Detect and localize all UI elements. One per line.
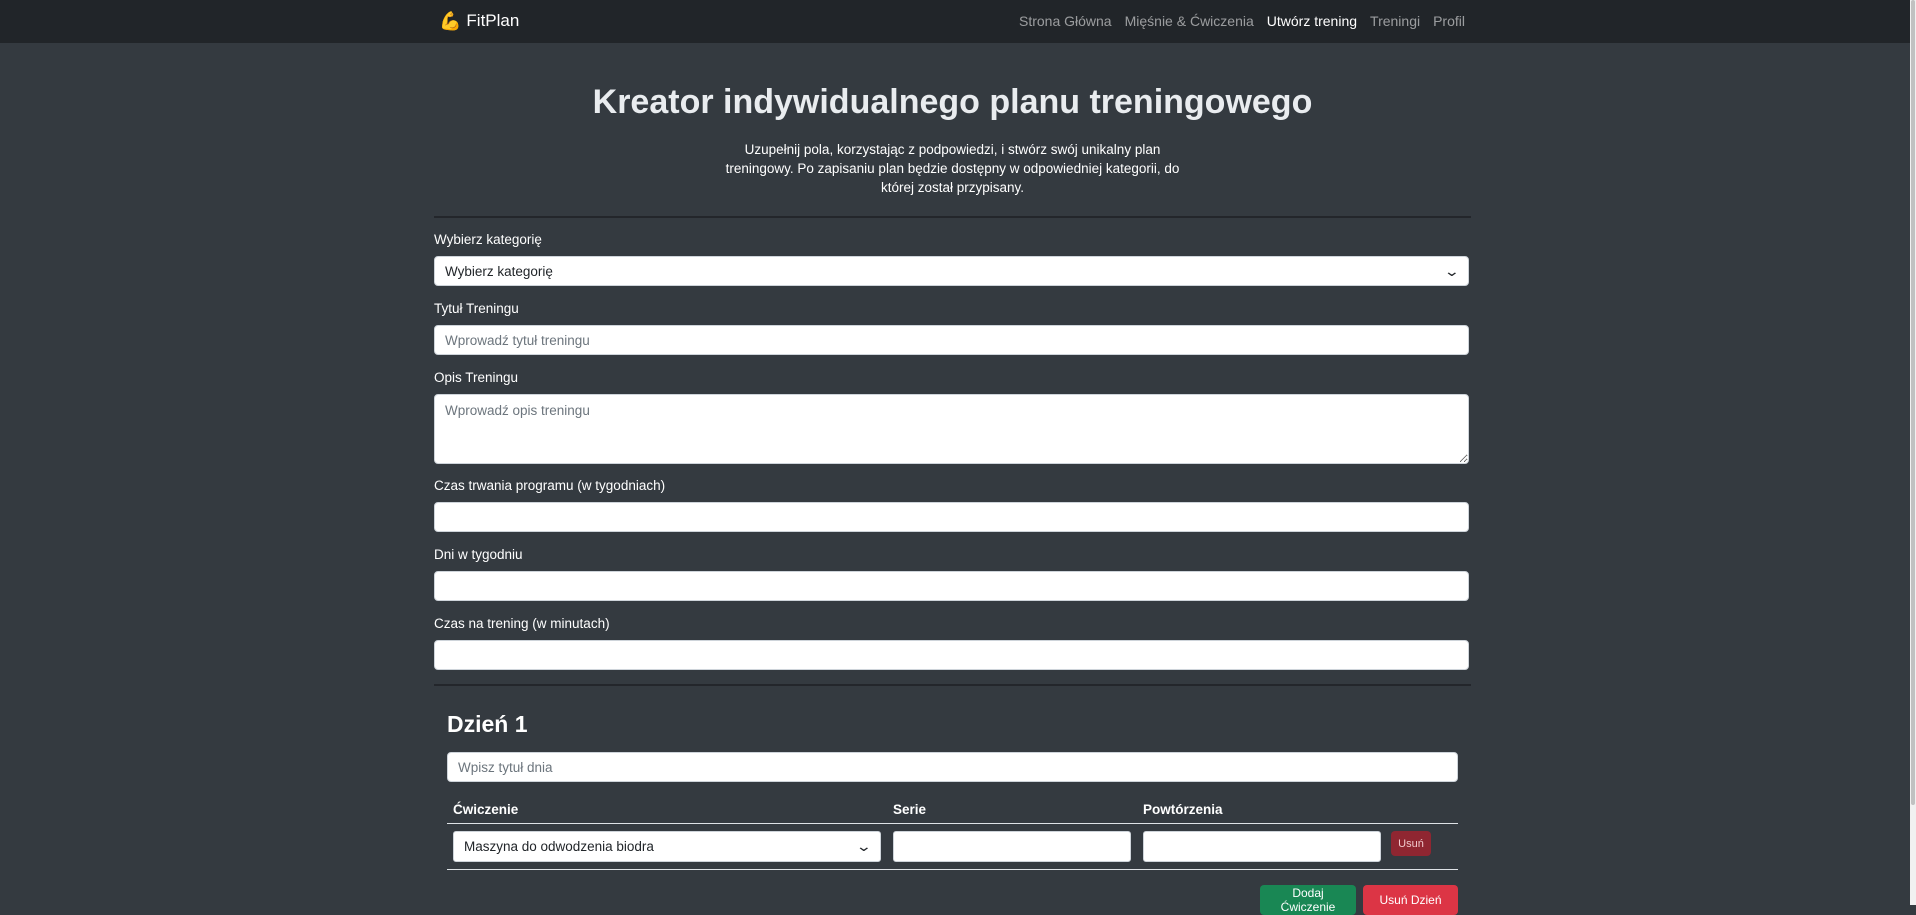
day-title: Dzień 1 <box>447 711 528 737</box>
exercise-select-value: Maszyna do odwodzenia biodra <box>464 839 654 854</box>
days-per-week-label: Dni w tygodniu <box>434 547 523 562</box>
nav-link-profile[interactable]: Profil <box>1433 13 1465 29</box>
remove-day-button[interactable]: Usuń Dzień <box>1363 885 1458 915</box>
session-time-input[interactable] <box>434 640 1469 670</box>
exercise-table-header: Ćwiczenie Serie Powtórzenia <box>447 795 1458 824</box>
exercise-select[interactable]: Maszyna do odwodzenia biodra ⌄ <box>453 831 881 862</box>
scrollbar-thumb[interactable] <box>1911 0 1915 805</box>
nav-link-create-workout[interactable]: Utwórz trening <box>1267 13 1357 29</box>
description-textarea[interactable] <box>434 394 1469 464</box>
column-exercise: Ćwiczenie <box>453 802 519 817</box>
category-label: Wybierz kategorię <box>434 232 542 247</box>
table-row: Maszyna do odwodzenia biodra ⌄ Usuń <box>447 825 1458 870</box>
column-reps: Powtórzenia <box>1143 802 1223 817</box>
divider <box>434 684 1471 686</box>
nav-links: Strona Główna Mięśnie & Ćwiczenia Utwórz… <box>1019 13 1465 29</box>
navbar: 💪 FitPlan Strona Główna Mięśnie & Ćwicze… <box>0 0 1910 43</box>
brand-logo[interactable]: 💪 FitPlan <box>439 10 519 32</box>
remove-exercise-button[interactable]: Usuń <box>1391 831 1431 856</box>
page-title: Kreator indywidualnego planu treningoweg… <box>592 83 1313 121</box>
sets-input[interactable] <box>893 831 1131 862</box>
chevron-down-icon: ⌄ <box>1443 262 1461 279</box>
day-title-input[interactable] <box>447 752 1458 782</box>
title-label: Tytuł Treningu <box>434 301 519 316</box>
brand-name: FitPlan <box>466 11 520 30</box>
add-exercise-button[interactable]: Dodaj Ćwiczenie <box>1260 885 1356 915</box>
category-select-value: Wybierz kategorię <box>445 263 553 279</box>
nav-link-workouts[interactable]: Treningi <box>1370 13 1420 29</box>
divider <box>434 216 1471 218</box>
days-per-week-input[interactable] <box>434 571 1469 601</box>
duration-label: Czas trwania programu (w tygodniach) <box>434 478 666 493</box>
category-select[interactable]: Wybierz kategorię ⌄ <box>434 256 1469 286</box>
nav-link-muscles-exercises[interactable]: Mięśnie & Ćwiczenia <box>1125 13 1254 29</box>
session-time-label: Czas na trening (w minutach) <box>434 616 610 631</box>
chevron-down-icon: ⌄ <box>855 838 873 854</box>
title-input[interactable] <box>434 325 1469 355</box>
nav-link-home[interactable]: Strona Główna <box>1019 13 1112 29</box>
column-sets: Serie <box>893 802 927 817</box>
page-scrollbar[interactable] <box>1910 0 1916 905</box>
description-label: Opis Treningu <box>434 370 519 385</box>
reps-input[interactable] <box>1143 831 1381 862</box>
page-subtitle: Uzupełnij pola, korzystając z podpowiedz… <box>725 142 1180 195</box>
flexed-biceps-icon: 💪 <box>439 11 462 31</box>
duration-weeks-input[interactable] <box>434 502 1469 532</box>
